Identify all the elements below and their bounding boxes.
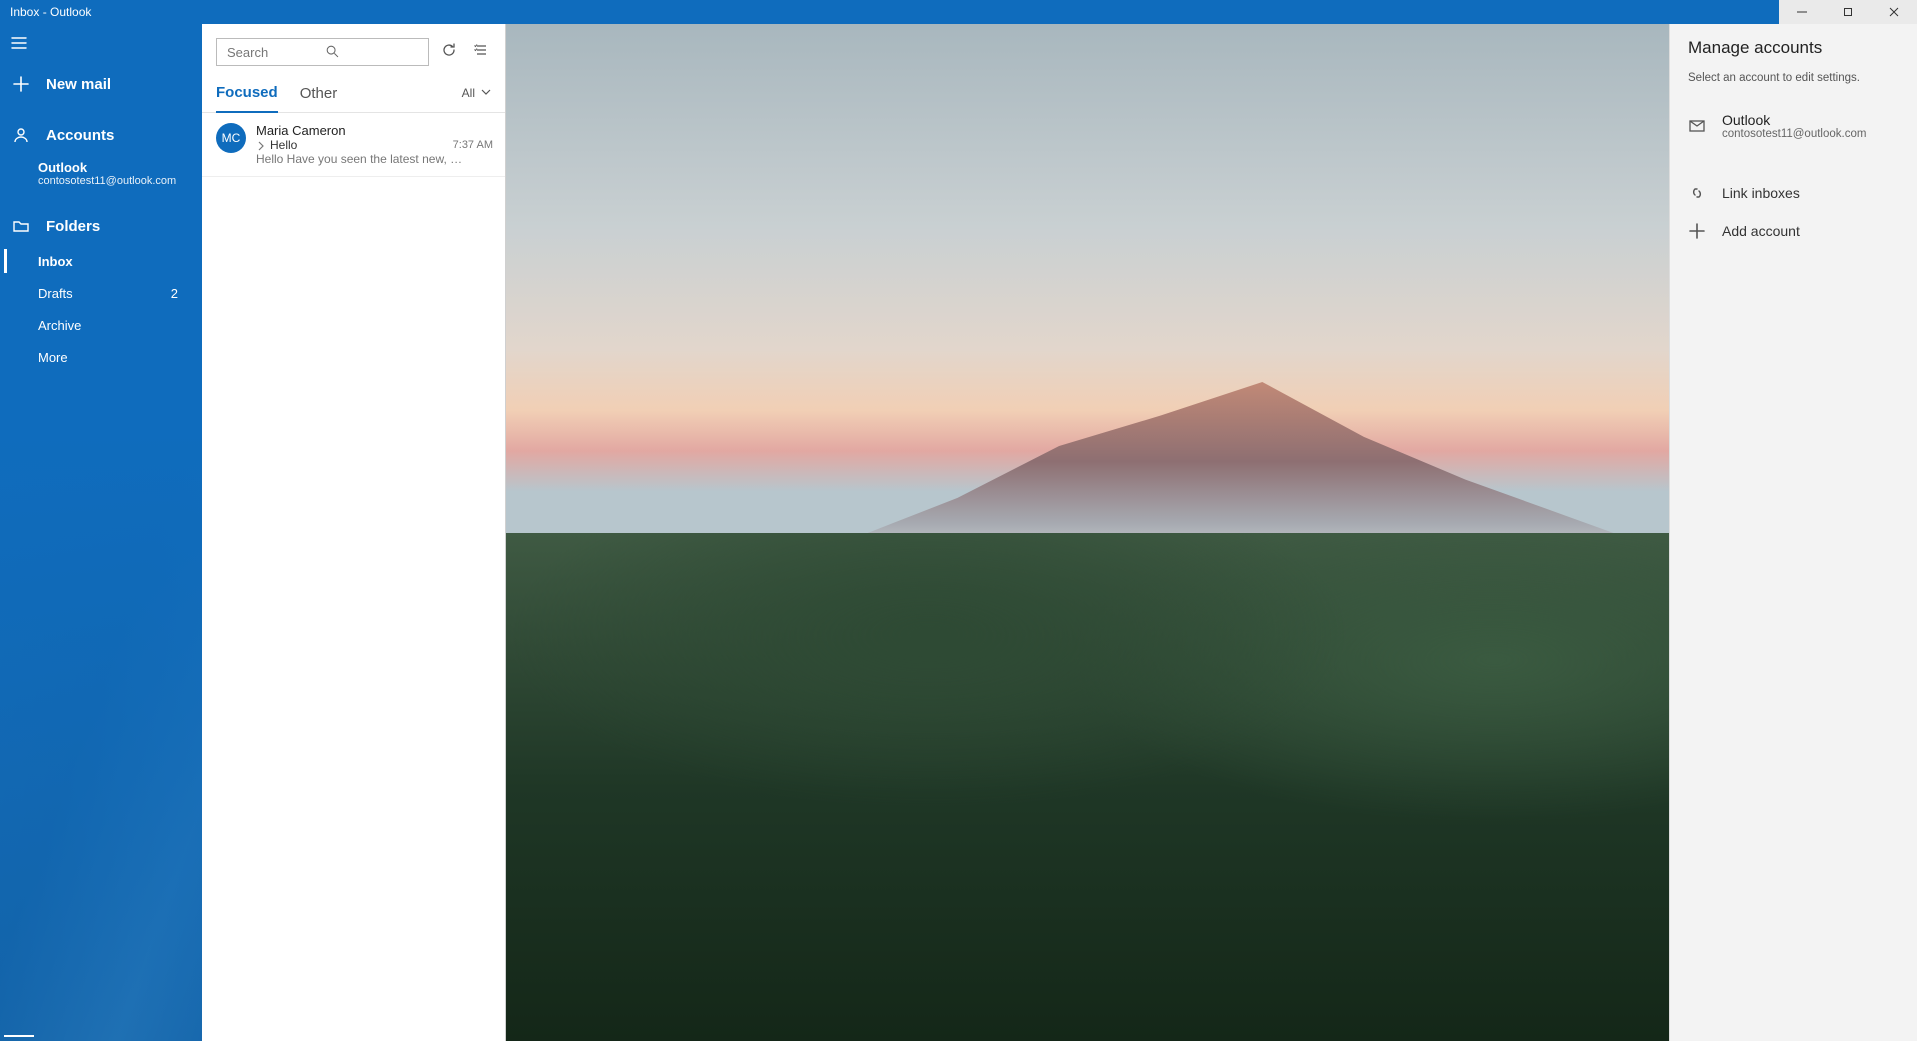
selection-mode-button[interactable] (469, 40, 493, 64)
tab-focused[interactable]: Focused (216, 84, 278, 113)
link-icon (1688, 184, 1706, 202)
folder-drafts-label: Drafts (38, 286, 73, 301)
window-title: Inbox - Outlook (0, 5, 91, 19)
sidebar-account[interactable]: Outlook contosotest11@outlook.com (0, 154, 202, 193)
mail-app-button[interactable] (4, 1005, 34, 1037)
message-preview: Hello Have you seen the latest new, … (256, 152, 493, 166)
sidebar-bottom-bar (0, 1001, 202, 1041)
plus-icon (12, 75, 30, 93)
folder-drafts-count: 2 (171, 286, 178, 301)
account-entry-email: contosotest11@outlook.com (1722, 128, 1866, 140)
folders-section-header[interactable]: Folders (0, 207, 202, 245)
new-mail-button[interactable]: New mail (0, 62, 202, 106)
filter-dropdown[interactable]: All (462, 86, 491, 110)
hamburger-button[interactable] (0, 24, 202, 62)
todo-app-button[interactable] (118, 1005, 148, 1037)
plus-icon (1688, 222, 1706, 240)
sync-button[interactable] (437, 40, 461, 64)
account-entry[interactable]: Outlook contosotest11@outlook.com (1670, 102, 1917, 150)
folder-icon (12, 217, 30, 235)
manage-accounts-hint: Select an account to edit settings. (1670, 72, 1917, 102)
message-item[interactable]: MC Maria Cameron Hello 7:37 AM Hello Hav… (202, 113, 505, 177)
title-bar: Inbox - Outlook (0, 0, 1917, 24)
folder-archive-label: Archive (38, 318, 81, 333)
message-sender: Maria Cameron (256, 123, 493, 138)
window-controls (1779, 0, 1917, 24)
chevron-right-icon (256, 140, 266, 150)
person-icon (12, 126, 30, 144)
folder-inbox-label: Inbox (38, 254, 73, 269)
calendar-app-button[interactable] (42, 1005, 72, 1037)
folder-archive[interactable]: Archive (0, 309, 202, 341)
search-placeholder: Search (227, 45, 325, 60)
refresh-icon (441, 42, 457, 63)
avatar: MC (216, 123, 246, 153)
add-account-button[interactable]: Add account (1670, 212, 1917, 250)
new-mail-label: New mail (46, 76, 111, 93)
add-account-label: Add account (1722, 223, 1800, 239)
minimize-button[interactable] (1779, 0, 1825, 24)
sidebar: New mail Accounts Outlook contosotest11@… (0, 24, 202, 1041)
mail-icon (1688, 117, 1706, 135)
select-icon (473, 42, 489, 63)
accounts-section-header[interactable]: Accounts (0, 116, 202, 154)
filter-label: All (462, 86, 475, 100)
folder-inbox[interactable]: Inbox (0, 245, 202, 277)
folder-more[interactable]: More (0, 341, 202, 373)
manage-accounts-title: Manage accounts (1670, 38, 1917, 72)
folders-label: Folders (46, 218, 100, 235)
message-list-pane: Search Focused Other All MC Maria Camero… (202, 24, 506, 1041)
chevron-down-icon (481, 86, 491, 100)
search-input[interactable]: Search (216, 38, 429, 66)
search-icon (325, 44, 423, 61)
manage-accounts-panel: Manage accounts Select an account to edi… (1669, 24, 1917, 1041)
close-button[interactable] (1871, 0, 1917, 24)
folder-more-label: More (38, 350, 68, 365)
link-inboxes-button[interactable]: Link inboxes (1670, 174, 1917, 212)
maximize-button[interactable] (1825, 0, 1871, 24)
message-time: 7:37 AM (453, 139, 493, 151)
settings-button[interactable] (164, 1005, 194, 1037)
people-app-button[interactable] (80, 1005, 110, 1037)
sidebar-account-name: Outlook (38, 160, 190, 175)
message-subject: Hello (270, 138, 453, 152)
accounts-label: Accounts (46, 127, 114, 144)
link-inboxes-label: Link inboxes (1722, 185, 1800, 201)
sidebar-account-email: contosotest11@outlook.com (38, 175, 190, 187)
hamburger-icon (10, 34, 28, 52)
folder-drafts[interactable]: Drafts 2 (0, 277, 202, 309)
account-entry-name: Outlook (1722, 112, 1866, 128)
tab-other[interactable]: Other (300, 85, 338, 112)
